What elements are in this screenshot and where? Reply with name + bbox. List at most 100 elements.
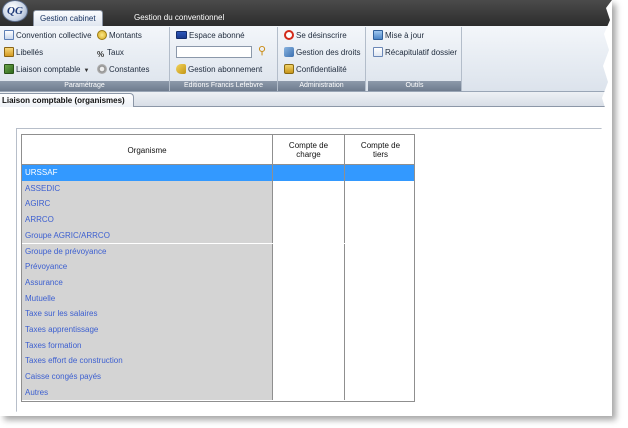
- table-row[interactable]: Prévoyance: [22, 259, 414, 275]
- app-logo[interactable]: QG: [2, 0, 28, 22]
- cell-compte-tiers[interactable]: [345, 243, 414, 260]
- cell-organisme[interactable]: Assurance: [22, 274, 273, 291]
- report-icon: [373, 47, 383, 57]
- table-row[interactable]: Caisse congés payés: [22, 369, 414, 385]
- application-window: QG Gestion cabinet Gestion du convention…: [0, 0, 612, 416]
- search-icon[interactable]: ⚲: [258, 44, 270, 58]
- cell-compte-tiers[interactable]: [345, 306, 414, 322]
- eu-flag-icon: [176, 31, 187, 39]
- table-row[interactable]: ARRCO: [22, 212, 414, 228]
- grid-panel: Organisme Compte de charge Compte de tie…: [16, 128, 612, 416]
- convention-collective-button[interactable]: Convention collective: [4, 30, 92, 42]
- cell-compte-tiers[interactable]: [345, 227, 414, 244]
- table-row[interactable]: Mutuelle: [22, 290, 414, 307]
- column-header-organisme[interactable]: Organisme: [22, 135, 273, 165]
- table-row[interactable]: Taxes apprentissage: [22, 322, 414, 338]
- column-header-compte-charge[interactable]: Compte de charge: [273, 135, 345, 165]
- cell-organisme[interactable]: Taxes effort de construction: [22, 353, 273, 370]
- cell-compte-tiers[interactable]: [345, 212, 414, 228]
- cell-compte-charge[interactable]: [273, 337, 345, 354]
- gestion-droits-button[interactable]: Gestion des droits: [284, 47, 360, 59]
- cell-compte-charge[interactable]: [273, 259, 345, 275]
- table-row[interactable]: URSSAF: [22, 165, 414, 181]
- group-label-editions: Editions Francis Lefebvre: [170, 81, 277, 91]
- cell-organisme[interactable]: ASSEDIC: [22, 180, 273, 197]
- constantes-button[interactable]: Constantes: [97, 64, 149, 76]
- libelles-button[interactable]: Libellés: [4, 47, 43, 59]
- cell-organisme[interactable]: ARRCO: [22, 212, 273, 228]
- search-input[interactable]: [176, 46, 252, 58]
- cell-compte-charge[interactable]: [273, 322, 345, 338]
- cell-compte-tiers[interactable]: [345, 180, 414, 197]
- cell-compte-charge[interactable]: [273, 353, 345, 370]
- cell-compte-charge[interactable]: [273, 165, 345, 181]
- cell-compte-charge[interactable]: [273, 243, 345, 260]
- tab-gestion-cabinet[interactable]: Gestion cabinet: [33, 10, 103, 26]
- cell-compte-charge[interactable]: [273, 306, 345, 322]
- confidentialite-button[interactable]: Confidentialité: [284, 64, 347, 76]
- cell-compte-charge[interactable]: [273, 227, 345, 244]
- cell-organisme[interactable]: AGIRC: [22, 196, 273, 213]
- tools-icon: [284, 47, 294, 57]
- cell-organisme[interactable]: Taxes formation: [22, 337, 273, 354]
- table-row[interactable]: Groupe AGRIC/ARRCO: [22, 227, 414, 244]
- document-tab-liaison-comptable[interactable]: Liaison comptable (organismes): [0, 93, 134, 107]
- mise-a-jour-button[interactable]: Mise à jour: [373, 30, 424, 42]
- gestion-abonnement-button[interactable]: Gestion abonnement: [176, 64, 262, 76]
- column-header-compte-tiers[interactable]: Compte de tiers: [345, 135, 414, 165]
- cell-organisme[interactable]: Mutuelle: [22, 290, 273, 307]
- cell-compte-tiers[interactable]: [345, 165, 414, 181]
- cell-compte-charge[interactable]: [273, 274, 345, 291]
- cell-compte-tiers[interactable]: [345, 369, 414, 385]
- dropdown-arrow-icon[interactable]: ▼: [83, 68, 89, 74]
- cell-compte-tiers[interactable]: [345, 196, 414, 213]
- prohibited-icon: [284, 30, 294, 40]
- cell-compte-charge[interactable]: [273, 369, 345, 385]
- cell-compte-charge[interactable]: [273, 180, 345, 197]
- cell-compte-tiers[interactable]: [345, 337, 414, 354]
- cell-compte-tiers[interactable]: [345, 353, 414, 370]
- ribbon: Convention collective Montants Libellés …: [0, 26, 612, 92]
- taux-button[interactable]: % Taux: [97, 47, 124, 59]
- table-row[interactable]: Taxe sur les salaires: [22, 306, 414, 322]
- se-desinscrire-button[interactable]: Se désinscrire: [284, 30, 347, 42]
- cell-organisme[interactable]: Groupe AGRIC/ARRCO: [22, 227, 273, 244]
- cell-organisme[interactable]: Autres: [22, 384, 273, 401]
- tab-gestion-conventionnel[interactable]: Gestion du conventionnel: [128, 10, 230, 26]
- cell-organisme[interactable]: Taxes apprentissage: [22, 322, 273, 338]
- cell-compte-tiers[interactable]: [345, 322, 414, 338]
- cell-organisme[interactable]: Groupe de prévoyance: [22, 243, 273, 260]
- espace-abonne-button[interactable]: Espace abonné: [176, 30, 245, 42]
- document-tab-strip: Liaison comptable (organismes): [0, 92, 612, 107]
- coins-icon: [97, 30, 107, 40]
- group-label-outils: Outils: [368, 81, 461, 91]
- percent-icon: %: [97, 50, 105, 59]
- table-row[interactable]: Taxes formation: [22, 337, 414, 354]
- cell-compte-charge[interactable]: [273, 212, 345, 228]
- table-row[interactable]: Autres: [22, 384, 414, 401]
- cell-compte-charge[interactable]: [273, 196, 345, 213]
- table-row[interactable]: ASSEDIC: [22, 180, 414, 197]
- table-row[interactable]: Assurance: [22, 274, 414, 291]
- montants-button[interactable]: Montants: [97, 30, 142, 42]
- cell-organisme[interactable]: Caisse congés payés: [22, 369, 273, 385]
- cell-compte-tiers[interactable]: [345, 274, 414, 291]
- table-row[interactable]: AGIRC: [22, 196, 414, 213]
- cell-organisme[interactable]: Prévoyance: [22, 259, 273, 275]
- ribbon-group-editions: Espace abonné Gestion abonnement Edition…: [170, 27, 278, 91]
- cell-organisme[interactable]: URSSAF: [22, 165, 273, 181]
- table-row[interactable]: Taxes effort de construction: [22, 353, 414, 370]
- liaison-comptable-button[interactable]: Liaison comptable ▼: [4, 64, 89, 76]
- cell-compte-tiers[interactable]: [345, 259, 414, 275]
- cell-compte-tiers[interactable]: [345, 384, 414, 401]
- cell-compte-tiers[interactable]: [345, 290, 414, 307]
- recapitulatif-dossier-button[interactable]: Récapitulatif dossier: [373, 47, 457, 59]
- table-row[interactable]: Groupe de prévoyance: [22, 243, 414, 260]
- cell-compte-charge[interactable]: [273, 290, 345, 307]
- cell-organisme[interactable]: Taxe sur les salaires: [22, 306, 273, 322]
- cell-compte-charge[interactable]: [273, 384, 345, 401]
- key-icon: [176, 64, 186, 74]
- ribbon-group-outils: Mise à jour Récapitulatif dossier Outils: [368, 27, 462, 91]
- document-icon: [4, 30, 14, 40]
- update-icon: [373, 30, 383, 40]
